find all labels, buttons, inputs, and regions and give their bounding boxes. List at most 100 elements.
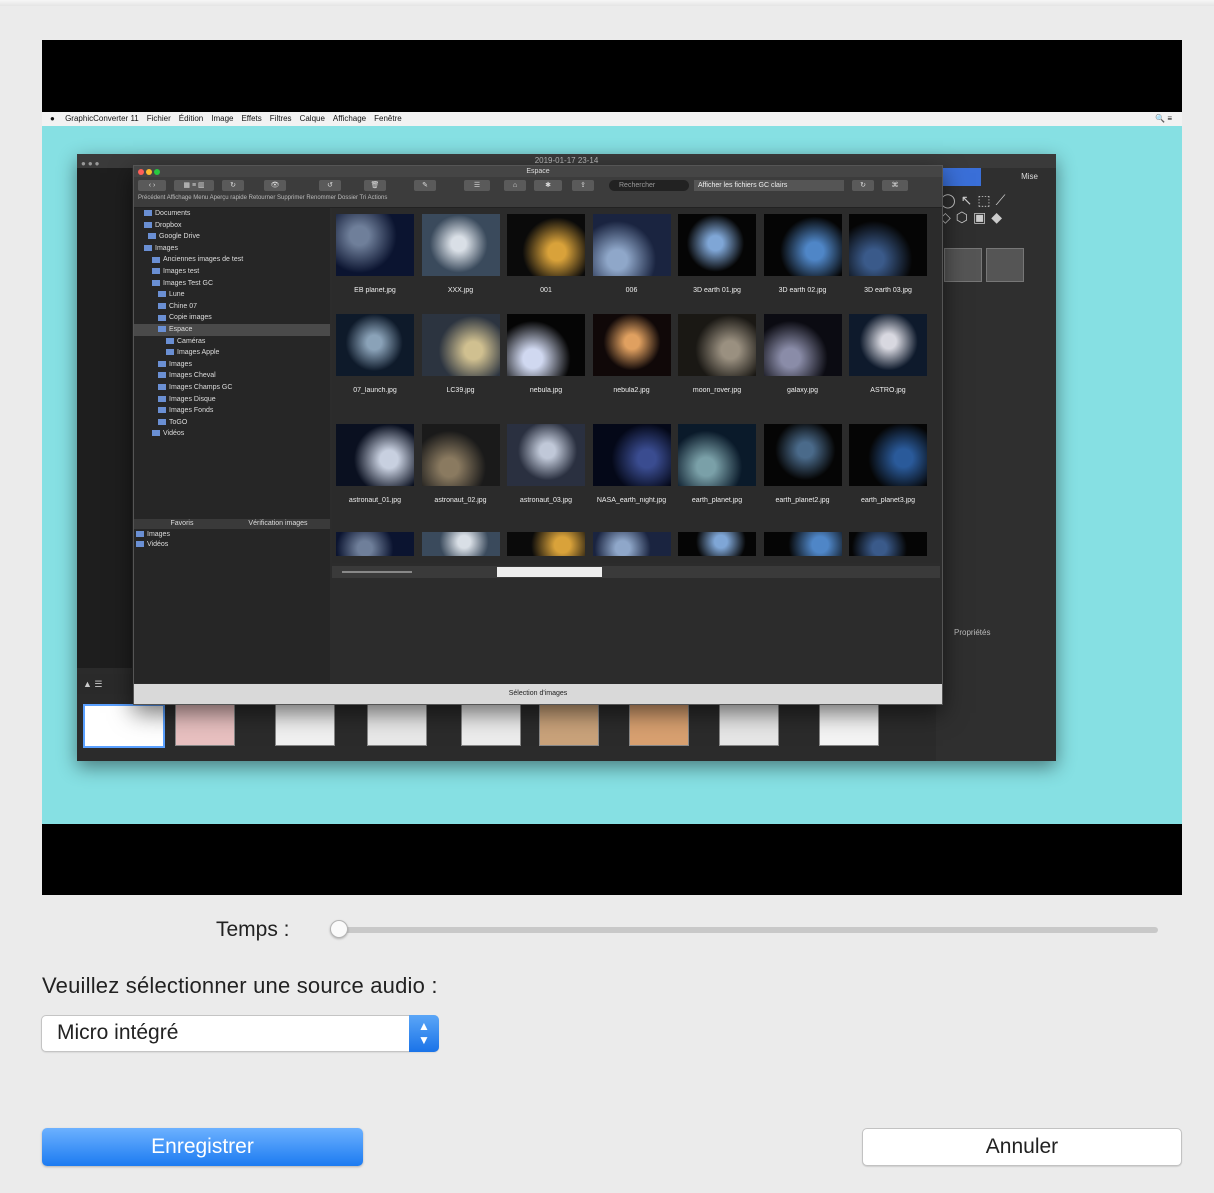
image-preview [507, 532, 585, 556]
folder-icon [158, 395, 166, 402]
folder-icon [158, 407, 166, 414]
folder-icon [148, 233, 156, 240]
image-preview [678, 424, 756, 486]
captured-thumbnail [275, 704, 335, 746]
sidebar-folder-item: Images Champs GC [134, 382, 330, 394]
captured-tool-palette: Mise ◯↖⬚⟋ ◇⬡▣◆ Propriétés [936, 168, 1056, 761]
image-preview [678, 532, 756, 556]
sidebar-folder-item: Images Cheval [134, 370, 330, 382]
folder-icon [158, 384, 166, 391]
back-forward-icon: ‹ › [138, 180, 166, 191]
image-preview [849, 424, 927, 486]
image-preview [592, 314, 671, 376]
sidebar-folder-label: Dropbox [155, 221, 182, 229]
captured-left-sidebar [77, 168, 132, 668]
image-filename: nebula2.jpg [613, 387, 650, 394]
audio-source-value: Micro intégré [57, 1021, 179, 1044]
folder-icon [152, 256, 160, 263]
captured-thumbnail [83, 704, 165, 748]
folder-icon [136, 531, 144, 538]
image-filename: astronaut_02.jpg [434, 497, 487, 504]
sidebar-folder-item: Images [134, 243, 330, 255]
image-filename: earth_planet2.jpg [775, 497, 830, 504]
captured-menu-item: Affichage [332, 114, 367, 123]
image-thumbnail: 3D earth 01.jpg [676, 214, 758, 294]
sidebar-folder-label: Lune [169, 291, 185, 299]
captured-bottom-controls: ▲ ☰ [77, 674, 132, 694]
captured-menu-item: Image [211, 114, 234, 123]
chevron-up-down-icon[interactable]: ▲ ▼ [409, 1015, 439, 1052]
sidebar-folder-label: Images Cheval [169, 372, 216, 380]
image-thumbnail: astronaut_03.jpg [505, 424, 587, 504]
image-thumbnail: nebula.jpg [505, 314, 587, 394]
image-thumbnail: nebula2.jpg [591, 314, 673, 394]
record-button[interactable]: Enregistrer [42, 1128, 363, 1166]
toolbar-labels: Précédent Affichage Menu Aperçu rapide R… [138, 195, 388, 201]
cancel-button[interactable]: Annuler [862, 1128, 1182, 1166]
refresh-icon: ↻ [852, 180, 874, 191]
sidebar-folder-item: Images Disque [134, 394, 330, 406]
image-thumbnail: astronaut_02.jpg [420, 424, 502, 504]
image-filename: astronaut_03.jpg [519, 497, 573, 504]
image-preview [849, 532, 927, 556]
image-preview [336, 214, 414, 276]
image-filename: earth_planet3.jpg [860, 497, 916, 504]
image-browser-footer: Sélection d'images [134, 684, 942, 704]
palette-tools-icon: ◯↖⬚⟋ ◇⬡▣◆ [940, 192, 1011, 225]
captured-menu-item: Fenêtre [374, 114, 402, 123]
audio-source-label: Veuillez sélectionner une source audio : [42, 973, 438, 998]
sidebar-folder-item: Espace [134, 323, 330, 336]
folder-icon [144, 210, 152, 217]
zoom-slider [342, 571, 412, 573]
options-icon: ⌘ [882, 180, 908, 191]
captured-menu-item: Filtres [269, 114, 292, 123]
status-pill [497, 567, 602, 577]
folder-icon [158, 326, 166, 333]
sidebar-folder-label: Images [155, 244, 178, 252]
image-thumbnail: 3D earth 02.jpg [762, 214, 844, 294]
trash-icon: 🗑 [364, 180, 386, 191]
image-filename: ASTRO.jpg [870, 387, 906, 394]
captured-menu-item: Fichier [146, 114, 171, 123]
folder-icon [166, 349, 174, 356]
folder-icon [144, 244, 152, 251]
sidebar-folder-item: Documents [134, 208, 330, 220]
image-preview [763, 314, 842, 376]
menu-icon: ↻ [222, 180, 244, 191]
share-icon: ⇪ [572, 180, 594, 191]
image-filename: astronaut_01.jpg [348, 497, 402, 504]
sidebar-folder-item: Copie images [134, 312, 330, 324]
folder-icon [152, 279, 160, 286]
sidebar-folder-label: Images Champs GC [169, 383, 233, 391]
temps-slider-track[interactable] [330, 927, 1158, 933]
sidebar-folder-item: Images test [134, 266, 330, 278]
temps-slider-knob[interactable] [330, 920, 348, 938]
sidebar-folder-label: Documents [155, 210, 191, 217]
image-preview [421, 314, 500, 376]
image-preview [421, 214, 500, 276]
captured-menu-item: Calque [299, 114, 325, 123]
sidebar-folder-label: Caméras [177, 337, 206, 345]
audio-source-select[interactable]: Micro intégré ▲ ▼ [41, 1015, 439, 1052]
captured-thumbnail [539, 704, 599, 746]
image-filename: EB planet.jpg [354, 287, 396, 294]
image-thumbnail: XXX.jpg [420, 214, 502, 294]
sidebar-folder-item: Vidéos [134, 428, 330, 440]
temps-label: Temps : [216, 918, 290, 941]
image-filename: 07_launch.jpg [353, 387, 397, 394]
filter-field: Afficher les fichiers GC clairs [694, 180, 844, 191]
image-filename: earth_planet.jpg [691, 497, 743, 504]
image-thumbnail [420, 532, 502, 556]
image-preview [763, 214, 842, 276]
image-thumbnail: NASA_earth_night.jpg [591, 424, 673, 504]
library-item-label: Images [147, 531, 170, 538]
image-thumbnail: EB planet.jpg [334, 214, 416, 294]
image-preview [678, 214, 756, 276]
image-thumbnail: ASTRO.jpg [847, 314, 929, 394]
image-browser-toolbar: ‹ › ▦ ≡ ▥ ↻ 👁 ↺ 🗑 ✎ ☰ ⌂ ✱ ⇪ Rechercher A… [134, 177, 942, 208]
folder-icon [158, 372, 166, 379]
image-thumbnail: LC39.jpg [420, 314, 502, 394]
sidebar-folder-label: Espace [169, 325, 193, 333]
image-thumbnail [676, 532, 758, 556]
image-browser-statusbar [332, 566, 940, 578]
